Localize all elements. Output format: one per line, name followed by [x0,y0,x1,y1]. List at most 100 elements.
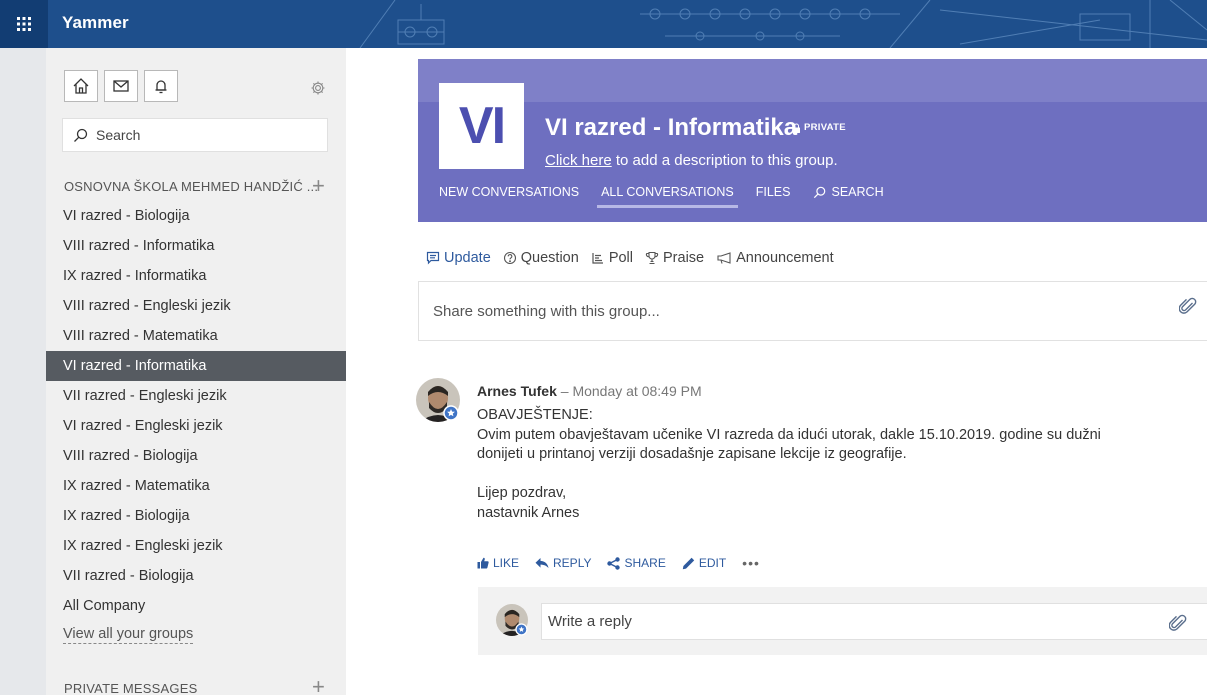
share-button[interactable]: SHARE [607,556,666,570]
network-name[interactable]: OSNOVNA ŠKOLA MEHMED HANDŽIĆ ... [64,179,318,194]
sidebar-group-item[interactable]: VII razred - Biologija [46,561,346,591]
group-avatar[interactable]: VI [439,83,524,169]
waffle-icon [17,17,31,31]
publisher-tab-label: Poll [608,250,633,266]
reply-area: Write a reply [478,587,1207,655]
reply-attach-button[interactable] [1168,613,1187,638]
settings-button[interactable] [310,80,326,101]
like-button[interactable]: LIKE [477,556,519,570]
tab-files[interactable]: FILES [756,185,791,199]
sidebar-group-item[interactable]: All Company [46,591,346,621]
inbox-button[interactable] [104,70,138,102]
tab-search[interactable]: SEARCH [813,185,884,199]
post-header: Arnes Tufek – Monday at 08:49 PM [477,383,702,399]
attach-button[interactable] [1178,296,1197,321]
sidebar-group-item[interactable]: VIII razred - Matematika [46,321,346,351]
header-blueprint-art [359,0,1207,48]
chat-bubble-icon [426,251,440,265]
author-avatar[interactable] [416,378,460,422]
trophy-icon [645,251,659,265]
sidebar-group-item[interactable]: VIII razred - Informatika [46,231,346,261]
tab-label: ALL CONVERSATIONS [601,185,734,199]
thumbs-up-icon [477,557,489,569]
notifications-button[interactable] [144,70,178,102]
sidebar-group-item[interactable]: VI razred - Biologija [46,201,346,231]
post-line [477,465,1197,485]
reply-placeholder: Write a reply [548,613,632,630]
paperclip-icon [1168,614,1187,631]
post-actions: LIKE REPLY SHARE EDIT ••• [477,555,760,571]
publisher-tab-label: Praise [663,250,705,266]
private-label: PRIVATE [804,122,846,133]
left-rail [0,48,46,695]
sidebar-group-item[interactable]: VI razred - Informatika [46,351,346,381]
publisher-tab-update[interactable]: Update [426,250,491,266]
reply-arrow-icon [535,558,549,568]
sidebar-group-item[interactable]: IX razred - Informatika [46,261,346,291]
publisher-tabs: Update Question Poll Praise Announcement [426,250,846,266]
post-body: OBAVJEŠTENJE: Ovim putem obavještavam uč… [477,406,1197,523]
sidebar-group-item[interactable]: IX razred - Matematika [46,471,346,501]
edit-button[interactable]: EDIT [682,556,726,570]
group-cover-band [418,59,1207,102]
publisher-tab-label: Question [520,250,579,266]
tab-label: FILES [755,185,791,199]
share-placeholder: Share something with this group... [433,303,660,320]
search-placeholder: Search [96,127,141,143]
reply-button[interactable]: REPLY [535,556,591,570]
create-group-button[interactable]: + [312,175,325,197]
sidebar: Search OSNOVNA ŠKOLA MEHMED HANDŽIĆ ... … [46,48,346,698]
publisher-tab-label: Update [444,250,491,266]
home-button[interactable] [64,70,98,102]
publisher-tab-announcement[interactable]: Announcement [716,250,834,266]
megaphone-icon [717,252,731,264]
sidebar-group-item[interactable]: IX razred - Biologija [46,501,346,531]
question-icon [503,251,516,265]
group-list: VI razred - Biologija VIII razred - Infor… [46,201,346,621]
private-messages-heading: PRIVATE MESSAGES [64,681,198,696]
gear-icon [311,81,325,95]
app-launcher-button[interactable] [0,0,48,48]
share-input[interactable]: Share something with this group... [418,281,1207,341]
view-all-groups-link[interactable]: View all your groups [63,625,194,644]
sidebar-group-item[interactable]: IX razred - Engleski jezik [46,531,346,561]
publisher-tab-label: Announcement [736,250,834,266]
action-label: LIKE [493,556,520,570]
reply-input[interactable]: Write a reply [541,603,1207,640]
tab-new-conversations[interactable]: NEW CONVERSATIONS [439,185,579,199]
description-hint: to add a description to this group. [611,152,838,169]
group-title: VI razred - Informatika [545,114,798,141]
sidebar-group-item[interactable]: VIII razred - Engleski jezik [46,291,346,321]
new-message-button[interactable]: + [312,676,325,698]
group-header: VI VI razred - Informatika PRIVATE Click… [418,59,1207,222]
app-name[interactable]: Yammer [62,13,129,33]
more-options-button[interactable]: ••• [742,555,760,571]
mail-icon [113,80,129,92]
post-line: OBAVJEŠTENJE: [477,407,593,423]
private-badge: PRIVATE [792,122,846,133]
post-author[interactable]: Arnes Tufek [477,383,557,399]
post-line: Ovim putem obavještavam učenike VI razre… [477,426,1101,443]
lock-icon [793,123,800,133]
share-icon [607,556,621,570]
sidebar-group-item[interactable]: VI razred - Engleski jezik [46,411,346,441]
sidebar-group-item[interactable]: VIII razred - Biologija [46,441,346,471]
group-tabs: NEW CONVERSATIONS ALL CONVERSATIONS FILE… [439,185,906,208]
group-avatar-text: VI [458,97,506,155]
tab-all-conversations[interactable]: ALL CONVERSATIONS [597,185,738,208]
action-label: REPLY [553,556,592,570]
post-line: Lijep pozdrav, [477,485,567,501]
sidebar-group-item[interactable]: VII razred - Engleski jezik [46,381,346,411]
tab-label: SEARCH [831,185,884,199]
add-description-link[interactable]: Click here [545,152,612,169]
post-timestamp[interactable]: – Monday at 08:49 PM [557,383,702,399]
publisher-tab-question[interactable]: Question [503,250,579,266]
tab-label: NEW CONVERSATIONS [439,185,580,199]
poll-icon [592,253,603,264]
post-line: donijeti u printanoj verziji dosadašnje … [477,446,907,462]
top-bar: Yammer [0,0,1207,48]
publisher-tab-praise[interactable]: Praise [645,250,704,266]
search-input[interactable]: Search [62,118,328,152]
search-icon [74,128,88,142]
publisher-tab-poll[interactable]: Poll [591,250,633,266]
